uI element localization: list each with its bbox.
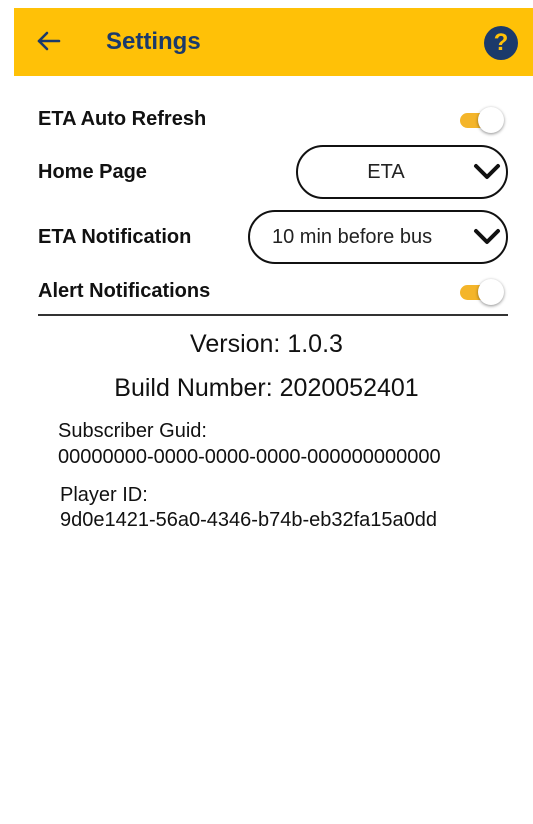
toggle-thumb [478, 107, 504, 133]
subscriber-guid-label: Subscriber Guid: [58, 420, 207, 442]
eta-auto-refresh-toggle[interactable] [460, 107, 504, 133]
page-title: Settings [106, 28, 201, 55]
home-page-selected-value: ETA [367, 161, 405, 183]
back-button[interactable] [36, 28, 62, 54]
build-number-text: Build Number: 2020052401 [114, 374, 419, 402]
eta-notification-selected-value: 10 min before bus [272, 226, 433, 248]
toggle-thumb [478, 279, 504, 305]
section-divider [38, 314, 508, 316]
chevron-down-icon [474, 164, 500, 179]
home-page-label: Home Page [38, 161, 147, 183]
alert-notifications-label: Alert Notifications [38, 280, 211, 302]
chevron-down-icon [474, 229, 500, 244]
help-button[interactable]: ? [484, 26, 518, 60]
player-id-value: 9d0e1421-56a0-4346-b74b-eb32fa15a0dd [60, 509, 438, 531]
app-bar: Settings ? [14, 8, 533, 76]
question-mark-icon: ? [493, 29, 509, 56]
home-page-select[interactable]: ETA [296, 145, 508, 199]
arrow-left-icon [37, 31, 61, 51]
version-text: Version: 1.0.3 [190, 330, 343, 358]
subscriber-guid-value: 00000000-0000-0000-0000-000000000000 [58, 446, 441, 468]
eta-notification-label: ETA Notification [38, 226, 192, 248]
eta-notification-select[interactable]: 10 min before bus [248, 210, 508, 264]
eta-auto-refresh-label: ETA Auto Refresh [38, 108, 207, 130]
player-id-label: Player ID: [60, 484, 148, 506]
alert-notifications-toggle[interactable] [460, 279, 504, 305]
settings-screen: Settings ? ETA Auto Refresh Home Page ET… [0, 0, 533, 824]
